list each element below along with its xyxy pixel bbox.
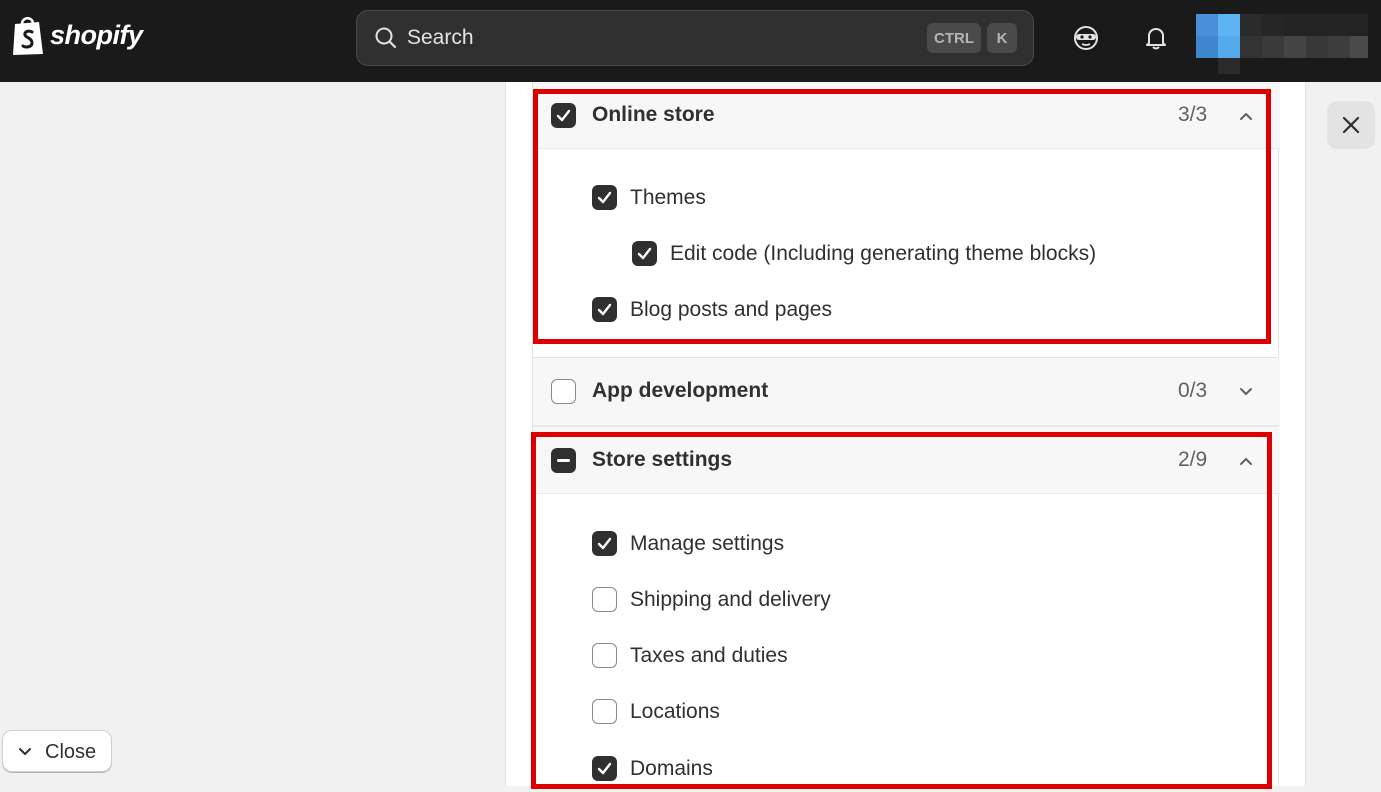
manage-settings-label: Manage settings [630,532,785,555]
shopify-logo[interactable]: shopify [10,14,143,56]
domains-checkbox[interactable] [592,756,617,781]
section-header-online-store[interactable]: Online store 3/3 [533,82,1280,149]
edit-code-checkbox[interactable] [632,241,657,266]
right-gutter [1306,82,1381,786]
checkmark-icon [597,537,612,550]
shipping-delivery-checkbox[interactable] [592,587,617,612]
section-count: 0/3 [1178,379,1208,402]
domains-label: Domains [630,757,713,780]
locations-checkbox[interactable] [592,699,617,724]
chevron-up-icon[interactable] [1238,453,1254,469]
section-count: 2/9 [1178,448,1208,471]
search-icon [375,27,397,49]
chevron-up-icon[interactable] [1238,108,1254,124]
manage-settings-checkbox[interactable] [592,531,617,556]
search-bar[interactable]: Search CTRL K [356,10,1034,66]
close-panel-button[interactable]: Close [2,730,112,772]
taxes-duties-checkbox[interactable] [592,643,617,668]
close-icon [1342,116,1360,134]
section-app-development: App development 0/3 [532,357,1280,426]
indeterminate-dash-icon [557,459,570,462]
checkmark-icon [637,247,652,260]
shipping-delivery-label: Shipping and delivery [630,588,831,611]
section-header-app-development[interactable]: App development 0/3 [533,358,1280,426]
checkmark-icon [597,191,612,204]
store-settings-checkbox[interactable] [551,448,576,473]
section-title: Store settings [592,448,733,471]
disguise-icon[interactable] [1072,24,1100,52]
section-store-settings: Store settings 2/9 Manage settings Shipp… [532,426,1280,786]
checkmark-icon [556,109,571,122]
close-label: Close [45,741,97,763]
checkmark-icon [597,762,612,775]
taxes-duties-label: Taxes and duties [630,644,788,667]
app-development-checkbox[interactable] [551,379,576,404]
brand-name: shopify [50,19,143,50]
section-header-store-settings[interactable]: Store settings 2/9 [533,427,1280,494]
themes-checkbox[interactable] [592,185,617,210]
store-account-avatar[interactable] [1196,14,1368,74]
section-online-store: Online store 3/3 Themes Edit code (Inclu… [532,82,1280,357]
blog-posts-checkbox[interactable] [592,297,617,322]
section-title: App development [592,379,769,402]
shortcut-ctrl-key: CTRL [927,23,981,53]
dismiss-button[interactable] [1327,101,1375,149]
section-title: Online store [592,103,715,126]
edit-code-label: Edit code (Including generating theme bl… [670,242,1097,265]
search-placeholder: Search [407,26,474,49]
chevron-down-icon[interactable] [1238,384,1254,400]
shortcut-k-key: K [987,23,1017,53]
locations-label: Locations [630,700,720,723]
shopify-bag-icon [13,17,43,55]
notifications-bell-icon[interactable] [1142,24,1170,52]
online-store-checkbox[interactable] [551,103,576,128]
top-bar: shopify Search CTRL K [0,0,1381,82]
section-count: 3/3 [1178,103,1208,126]
themes-label: Themes [630,186,706,209]
blog-posts-label: Blog posts and pages [630,298,832,321]
checkmark-icon [597,303,612,316]
chevron-down-icon [19,748,31,755]
